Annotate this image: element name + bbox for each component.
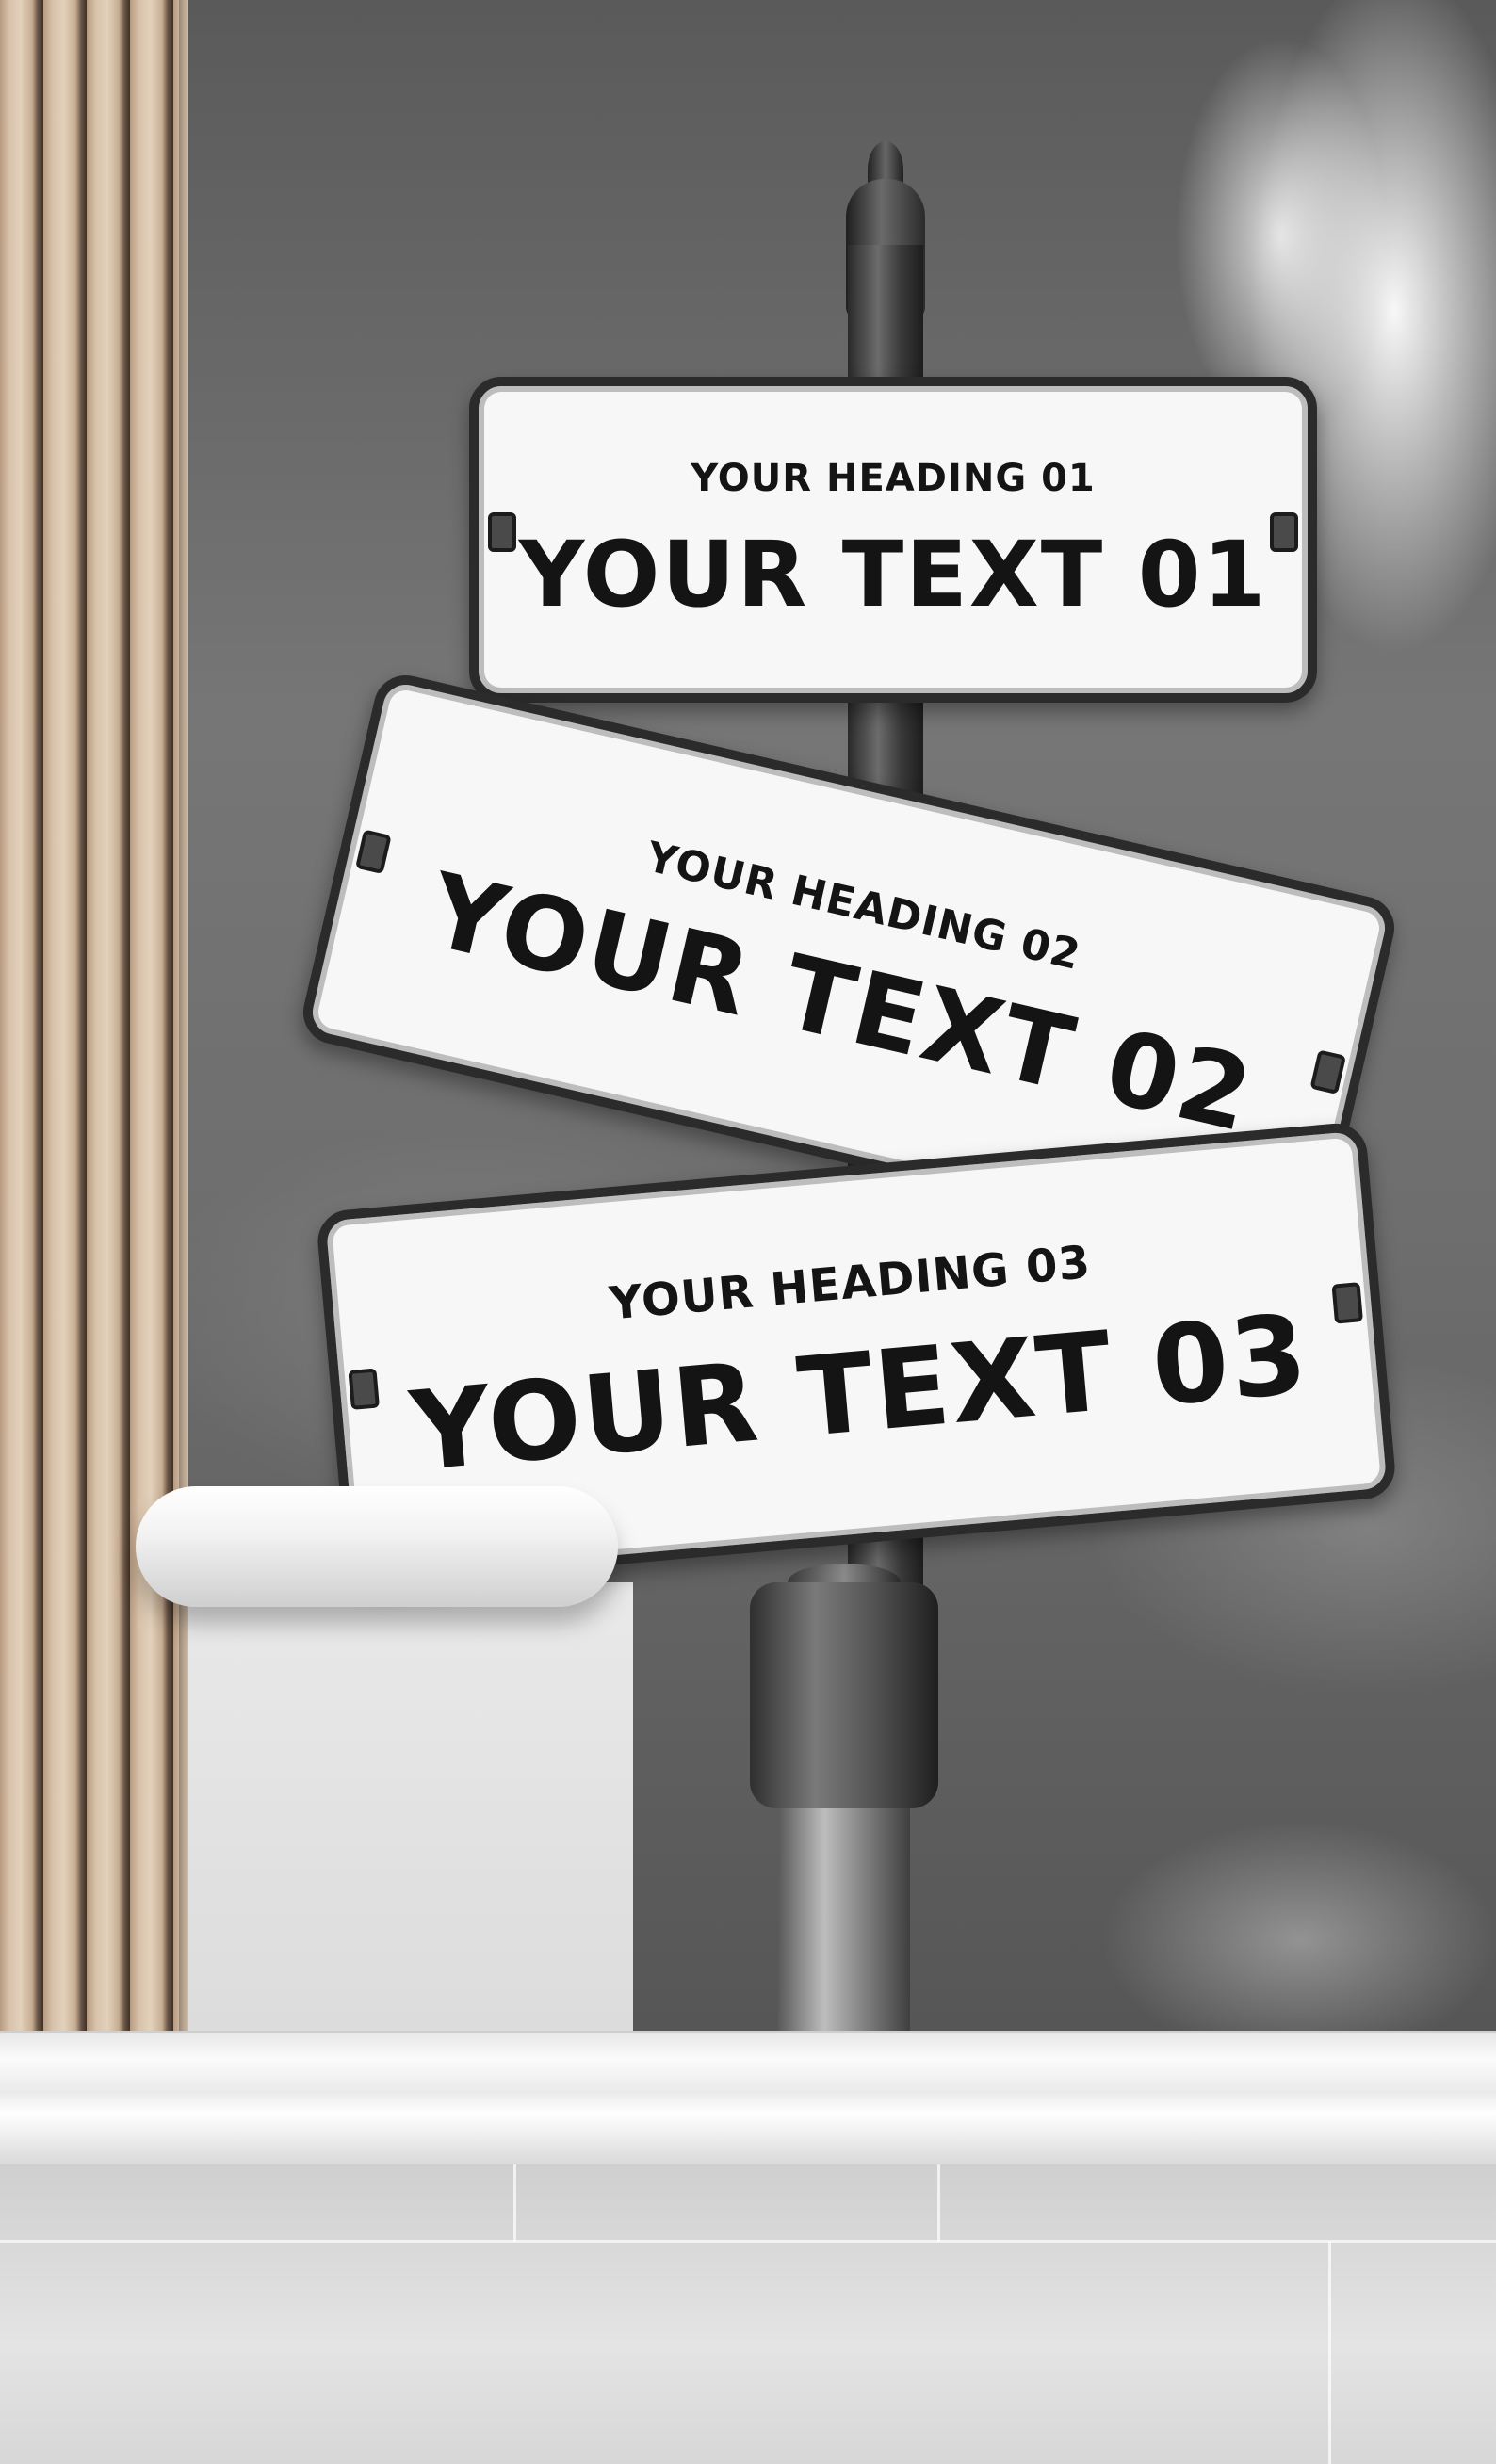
wood-slat-panel — [0, 0, 188, 2034]
bolt-icon — [355, 829, 392, 875]
bare-wall-area — [188, 1582, 633, 2034]
sign-1-heading: YOUR HEADING 01 — [691, 457, 1096, 500]
wallpaper-roll — [136, 1486, 618, 1607]
wallpaper-scene: YOUR HEADING 01 YOUR TEXT 01 YOUR HEADIN… — [0, 0, 1496, 2464]
floor-tile-line — [937, 2164, 940, 2242]
baseboard — [0, 2031, 1496, 2166]
sign-post-pole — [778, 1780, 910, 2044]
marble-floor — [0, 2164, 1496, 2464]
post-collar — [750, 1582, 938, 1808]
bolt-icon — [348, 1368, 380, 1410]
floor-tile-line — [513, 2164, 516, 2242]
bolt-icon — [1331, 1282, 1363, 1324]
floor-tile-line — [0, 2240, 1496, 2243]
floor-tile-line — [1328, 2242, 1331, 2464]
bolt-icon — [1309, 1049, 1347, 1095]
sign-3-heading: YOUR HEADING 03 — [607, 1236, 1094, 1331]
bolt-icon — [1270, 512, 1298, 552]
sign-1-text: YOUR TEXT 01 — [518, 522, 1268, 627]
bolt-icon — [488, 512, 516, 552]
sign-3-text: YOUR TEXT 03 — [405, 1290, 1314, 1497]
street-sign-1: YOUR HEADING 01 YOUR TEXT 01 — [469, 377, 1317, 703]
